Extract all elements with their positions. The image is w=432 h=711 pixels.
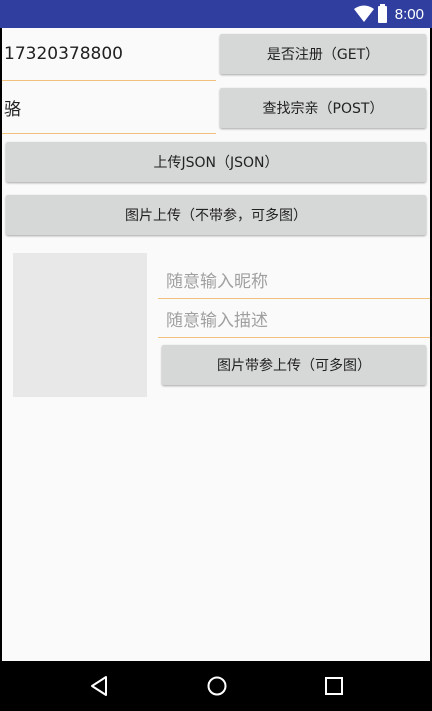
phone-input[interactable]: 17320378800: [2, 28, 216, 81]
home-icon[interactable]: [206, 675, 228, 697]
wifi-icon: [353, 5, 374, 22]
description-input[interactable]: 随意输入描述: [158, 300, 430, 338]
image-preview[interactable]: [13, 253, 147, 397]
upload-image-button[interactable]: 图片上传（不带参，可多图）: [6, 195, 426, 235]
upload-json-button[interactable]: 上传JSON（JSON）: [6, 142, 426, 182]
status-bar: 8:00: [0, 0, 432, 28]
navigation-bar: [0, 661, 432, 711]
battery-icon: [377, 3, 387, 23]
find-clan-button[interactable]: 查找宗亲（POST）: [220, 88, 426, 128]
upload-image-with-params-button[interactable]: 图片带参上传（可多图）: [162, 345, 426, 385]
recents-icon[interactable]: [324, 676, 344, 696]
status-time: 8:00: [394, 5, 424, 23]
name-input[interactable]: 骆: [2, 82, 216, 134]
back-icon[interactable]: [88, 675, 110, 697]
check-registered-button[interactable]: 是否注册（GET）: [220, 34, 426, 74]
nickname-input[interactable]: 随意输入昵称: [158, 261, 430, 299]
